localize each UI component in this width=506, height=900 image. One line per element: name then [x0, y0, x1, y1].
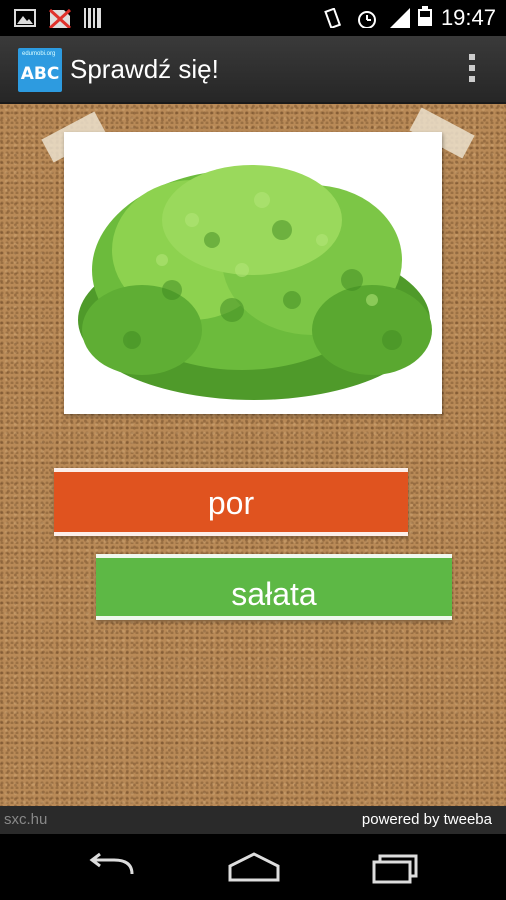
back-icon[interactable]	[84, 852, 140, 884]
alarm-icon	[358, 11, 376, 28]
battery-icon	[418, 6, 432, 26]
app-title: Sprawdź się!	[70, 54, 219, 84]
app-icon-label: ABC	[20, 64, 60, 84]
signal-icon	[390, 8, 410, 28]
vibrate-icon	[324, 8, 342, 28]
app-icon[interactable]: edumobi.org ABC	[18, 48, 62, 92]
app-icon-caption: edumobi.org	[22, 51, 56, 57]
image-icon	[14, 9, 36, 27]
barcode-icon	[84, 8, 101, 28]
answer-option-salata[interactable]: sałata	[96, 554, 452, 620]
quiz-image	[64, 132, 442, 414]
overflow-menu-icon[interactable]	[468, 54, 476, 86]
action-bar: edumobi.org ABC Sprawdź się!	[0, 36, 506, 104]
status-bar: 19:47	[0, 0, 506, 36]
image-credit[interactable]: sxc.hu	[4, 811, 47, 828]
recents-icon[interactable]	[368, 852, 424, 884]
navigation-bar	[0, 834, 506, 900]
footer-bar: sxc.hu powered by tweeba	[0, 806, 506, 834]
home-icon[interactable]	[226, 852, 282, 884]
answer-option-por[interactable]: por	[54, 468, 408, 536]
powered-by-credit[interactable]: powered by tweeba	[362, 811, 492, 828]
no-sim-icon	[48, 8, 72, 28]
status-time: 19:47	[440, 5, 496, 30]
lettuce-image	[72, 140, 434, 406]
